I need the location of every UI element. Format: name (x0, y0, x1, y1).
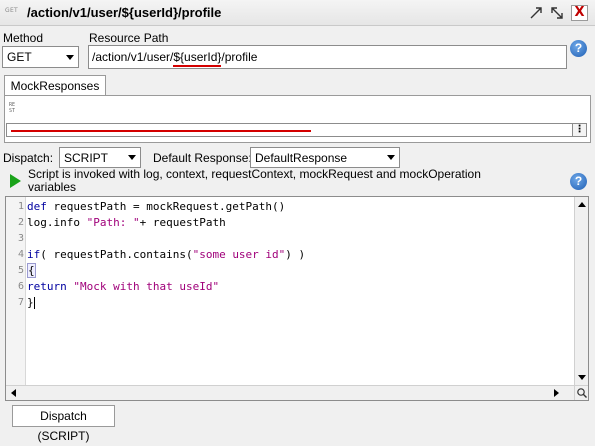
code-line: log.info "Path: "+ requestPath (27, 216, 226, 229)
detach-icon[interactable] (528, 5, 544, 21)
code-string: "some user id" (192, 248, 286, 261)
mock-list-options-button[interactable]: ⋮ (572, 123, 587, 137)
window-titlebar: GET /action/v1/user/${userId}/profile X (0, 0, 595, 26)
method-label: Method (3, 31, 44, 45)
maximize-icon[interactable] (549, 5, 565, 21)
line-number: 2 (17, 217, 24, 228)
tab-mockresponses[interactable]: MockResponses (4, 75, 106, 96)
resource-path-suffix: /profile (221, 50, 258, 64)
chevron-down-icon (66, 54, 74, 60)
run-icon[interactable] (9, 174, 21, 191)
code-text: requestPath = mockRequest.getPath() (46, 200, 286, 213)
vertical-dots-icon: ⋮ (574, 124, 585, 135)
chevron-down-icon (387, 155, 395, 160)
mock-response-list-row[interactable] (6, 123, 573, 137)
rest-icon: RE ST (9, 102, 16, 114)
script-info-line2: variables (28, 180, 77, 194)
method-select[interactable]: GET (2, 46, 79, 68)
code-line: { (27, 263, 36, 278)
get-method-icon: GET (5, 7, 19, 14)
code-keyword: if (27, 248, 41, 261)
magnifier-icon (577, 388, 587, 398)
script-info-text: Script is invoked with log, context, req… (28, 168, 558, 194)
redacted-mark (11, 130, 311, 132)
default-response-select[interactable]: DefaultResponse (250, 147, 400, 168)
default-response-label: Default Response: (153, 151, 252, 165)
code-line: if( requestPath.contains("some user id")… (27, 248, 305, 261)
scroll-right-icon[interactable] (554, 389, 559, 397)
code-text: { (27, 263, 36, 278)
line-number: 6 (17, 281, 24, 292)
code-keyword: def (27, 200, 47, 213)
vertical-scrollbar[interactable] (574, 197, 588, 385)
code-keyword: return (27, 280, 67, 293)
zoom-corner[interactable] (574, 385, 588, 400)
scroll-up-icon[interactable] (578, 202, 586, 207)
code-line: def requestPath = mockRequest.getPath() (27, 200, 285, 213)
line-number: 4 (17, 249, 24, 260)
scroll-left-icon[interactable] (11, 389, 16, 397)
code-string: "Path: " (86, 216, 140, 229)
script-info-line1: Script is invoked with log, context, req… (28, 168, 481, 181)
mock-responses-panel: RE ST ⋮ (4, 95, 591, 143)
line-number: 1 (17, 201, 24, 212)
line-number: 7 (17, 297, 24, 308)
code-line: } (27, 296, 35, 309)
help-icon[interactable]: ? (570, 40, 587, 57)
line-number-gutter: 1 2 3 4 5 6 7 (6, 197, 26, 400)
help-icon[interactable]: ? (570, 173, 587, 190)
resource-path-param: ${userId} (173, 50, 222, 67)
chevron-down-icon (128, 155, 136, 160)
resource-path-label: Resource Path (89, 31, 169, 45)
method-value: GET (7, 50, 32, 64)
horizontal-scrollbar[interactable] (6, 385, 574, 400)
code-text: } (27, 296, 34, 309)
resource-path-input[interactable]: /action/v1/user/${userId}/profile (88, 45, 567, 69)
tab-dispatch-script[interactable]: Dispatch (SCRIPT) (12, 405, 115, 443)
code-line: return "Mock with that useId" (27, 280, 219, 293)
scroll-down-icon[interactable] (578, 375, 586, 380)
dispatch-label: Dispatch: (3, 151, 54, 165)
code-text: ) ) (285, 248, 306, 261)
line-number: 3 (17, 233, 24, 244)
default-response-value: DefaultResponse (255, 150, 348, 165)
code-text: ( requestPath.contains( (40, 248, 193, 261)
script-editor[interactable]: 1 2 3 4 5 6 7 def requestPath = mockRequ… (5, 196, 589, 401)
code-string: "Mock with that useId" (73, 280, 220, 293)
code-text: + requestPath (139, 216, 226, 229)
code-text: log.info (27, 216, 87, 229)
close-button[interactable]: X (571, 5, 588, 21)
window-title: /action/v1/user/${userId}/profile (27, 5, 222, 20)
dispatch-select[interactable]: SCRIPT (59, 147, 141, 168)
text-caret (33, 297, 35, 309)
dispatch-value: SCRIPT (64, 150, 109, 165)
line-number: 5 (17, 265, 24, 276)
resource-path-prefix: /action/v1/user/ (92, 50, 174, 64)
